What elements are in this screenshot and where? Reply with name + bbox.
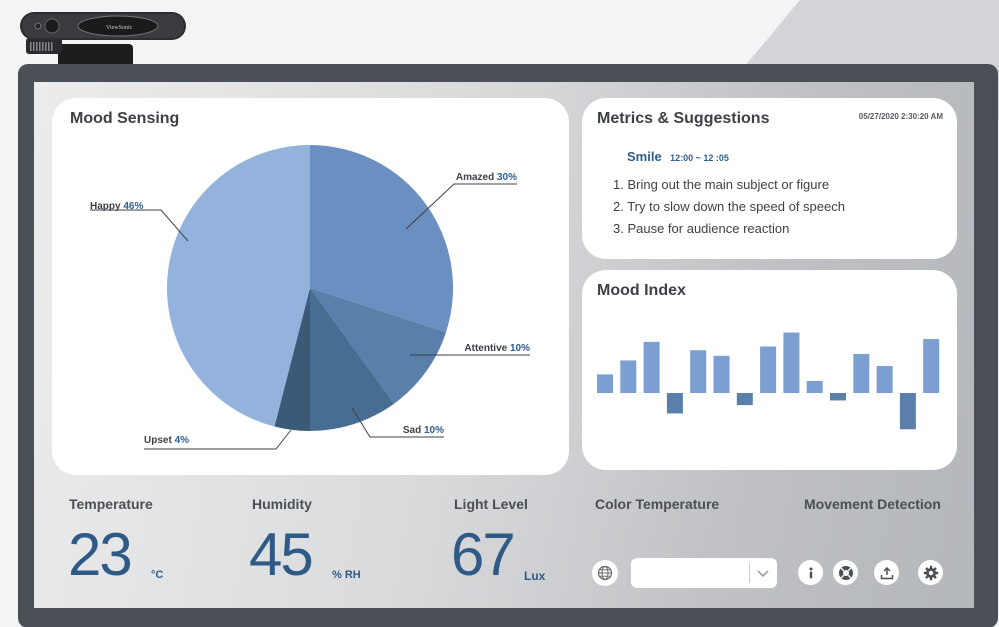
pie-label-value: 30% (497, 172, 517, 183)
pie-label-attentive: Attentive 10% (464, 343, 530, 354)
select-divider (749, 563, 750, 583)
suggestion-item: 3. Pause for audience reaction (613, 221, 790, 236)
mood-index-bar (690, 350, 707, 393)
mood-index-bar (923, 339, 940, 393)
upload-button[interactable] (874, 560, 899, 585)
mood-index-bar (713, 355, 730, 393)
mood-index-bar (830, 393, 846, 401)
pie-label-name: Amazed (456, 172, 497, 183)
pie-label-sad: Sad 10% (403, 425, 444, 436)
svg-text:ViewSonic: ViewSonic (106, 25, 133, 31)
mood-index-bar (899, 393, 916, 430)
smile-label: Smile (627, 149, 662, 164)
pie-label-upset: Upset 4% (144, 435, 189, 446)
timestamp: 05/27/2020 2:30:20 AM (858, 112, 943, 121)
mood-index-card: Mood Index (582, 270, 957, 470)
pie-label-happy: Happy 46% (90, 201, 143, 212)
info-icon (809, 567, 812, 578)
mood-index-bar (783, 332, 800, 393)
temperature-label: Temperature (69, 496, 153, 512)
light-level-label: Light Level (454, 496, 528, 512)
pie-label-name: Attentive (464, 343, 510, 354)
pie-label-value: 10% (510, 343, 530, 354)
mood-index-bar (853, 353, 870, 393)
gear-icon (923, 565, 938, 580)
upload-icon (880, 566, 893, 579)
mood-index-bar (736, 393, 753, 406)
light-level-value: 67 (451, 521, 516, 588)
mode-select[interactable] (631, 558, 777, 588)
temperature-unit: °C (151, 569, 164, 581)
suggestion-item: 1. Bring out the main subject or figure (613, 177, 830, 192)
metrics-title: Metrics & Suggestions (597, 110, 770, 127)
pie-label-name: Sad (403, 425, 424, 436)
light-level-unit: Lux (524, 569, 546, 583)
globe-icon (597, 565, 613, 581)
smile-row: Smile 12:00 ~ 12 :05 (627, 148, 729, 166)
mood-index-bar (760, 346, 777, 393)
pie-label-amazed: Amazed 30% (456, 172, 517, 183)
pie-label-name: Happy (90, 201, 123, 212)
movement-detection-label: Movement Detection (804, 496, 941, 512)
dashboard-screen: Mood Sensing Amazed 30% Attentive 10% Sad … (34, 82, 974, 608)
pie-leader-line (90, 209, 189, 242)
suggestion-item: 2. Try to slow down the speed of speech (613, 199, 845, 214)
info-button[interactable] (798, 560, 823, 585)
settings-button[interactable] (918, 560, 943, 585)
pie-label-value: 4% (175, 435, 190, 446)
mood-index-bar-chart (597, 332, 940, 430)
color-temperature-label: Color Temperature (595, 496, 720, 512)
humidity-unit: % RH (332, 569, 361, 581)
language-button[interactable] (592, 560, 618, 586)
mood-index-bar (876, 366, 893, 393)
suggestion-list: 1. Bring out the main subject or figure … (613, 174, 845, 240)
humidity-label: Humidity (252, 496, 312, 512)
temperature-value: 23 (68, 521, 133, 588)
mood-index-bar (597, 374, 613, 393)
mood-index-bar (806, 380, 823, 393)
mood-index-bar (643, 341, 660, 393)
pie-label-value: 10% (424, 425, 444, 436)
chevron-down-icon[interactable] (756, 566, 770, 580)
mood-pie-chart: Amazed 30%Attentive 10%Sad 10%Upset 4%Ha… (90, 145, 530, 450)
smile-time: 12:00 ~ 12 :05 (670, 153, 729, 163)
mood-sensing-card: Mood Sensing Amazed 30% Attentive 10% Sad … (52, 98, 569, 475)
lifebuoy-icon (838, 565, 853, 580)
mood-index-bar (666, 393, 683, 414)
mood-index-bar (620, 360, 637, 393)
humidity-value: 45 (249, 521, 314, 588)
metrics-card: Metrics & Suggestions 05/27/2020 2:30:20… (582, 98, 957, 259)
help-button[interactable] (833, 560, 858, 585)
pie-label-name: Upset (144, 435, 175, 446)
pie-label-value: 46% (123, 201, 143, 212)
